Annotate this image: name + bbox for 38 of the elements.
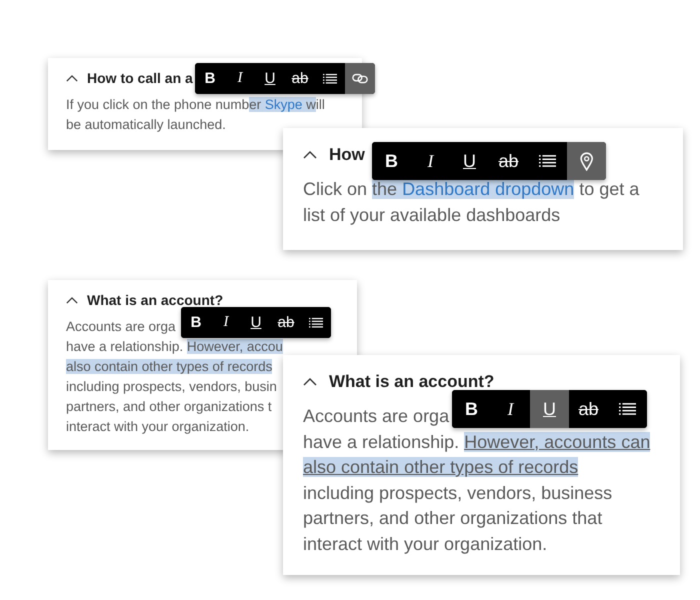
italic-button[interactable]: I: [211, 307, 241, 338]
location-button[interactable]: [567, 142, 606, 180]
card-title: How to call an a: [87, 70, 193, 86]
underline-button[interactable]: U: [255, 63, 285, 94]
list-button[interactable]: [315, 63, 345, 94]
list-button[interactable]: [528, 142, 567, 180]
link-icon: [352, 72, 368, 84]
chevron-up-icon[interactable]: [66, 74, 78, 82]
list-icon: [309, 316, 323, 328]
italic-button[interactable]: I: [225, 63, 255, 94]
bold-button[interactable]: B: [195, 63, 225, 94]
location-pin-icon: [580, 152, 594, 170]
bold-button[interactable]: B: [372, 142, 411, 180]
card-title: What is an account?: [329, 372, 494, 392]
strikethrough-button[interactable]: ab: [271, 307, 301, 338]
chevron-up-icon[interactable]: [303, 151, 317, 159]
card-body-text: Click on the Dashboard dropdown to get a list of your available dashboards: [303, 178, 640, 227]
card-title: How: [329, 145, 365, 165]
underline-button[interactable]: U: [450, 142, 489, 180]
link-button[interactable]: [345, 63, 375, 94]
card-body-text: If you click on the phone number Skype will be automatically launched.: [66, 96, 325, 134]
bold-button[interactable]: B: [452, 390, 491, 428]
list-icon: [539, 154, 556, 168]
italic-button[interactable]: I: [411, 142, 450, 180]
italic-button[interactable]: I: [491, 390, 530, 428]
chevron-up-icon[interactable]: [66, 296, 78, 304]
list-button[interactable]: [608, 390, 647, 428]
list-icon: [619, 402, 636, 416]
list-icon: [323, 72, 337, 84]
strikethrough-button[interactable]: ab: [569, 390, 608, 428]
strikethrough-button[interactable]: ab: [285, 63, 315, 94]
strikethrough-button[interactable]: ab: [489, 142, 528, 180]
underline-button[interactable]: U: [530, 390, 569, 428]
chevron-up-icon[interactable]: [303, 378, 317, 386]
bold-button[interactable]: B: [181, 307, 211, 338]
underline-button[interactable]: U: [241, 307, 271, 338]
list-button[interactable]: [301, 307, 331, 338]
card-title: What is an account?: [87, 292, 224, 308]
